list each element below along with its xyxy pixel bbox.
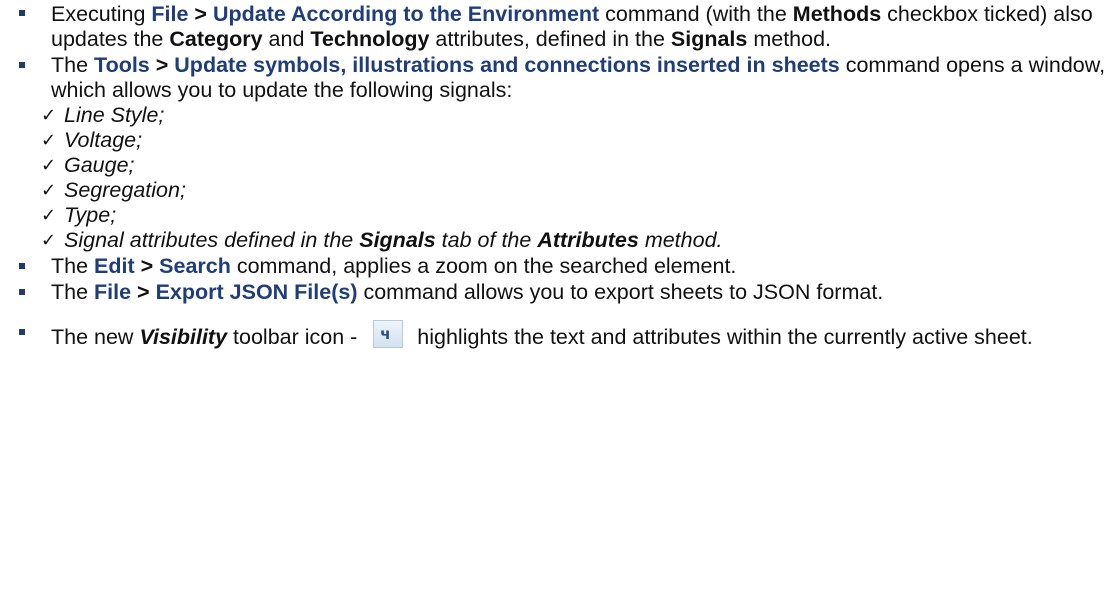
menu-command: Update According to the Environment [212,2,600,26]
checklist-label: Gauge; [64,153,135,177]
checkmark-icon: ✓ [41,105,57,126]
menu-command: File [151,2,189,26]
text: The [51,53,95,77]
bold-term: Technology [310,27,430,51]
bullet-marker [19,289,25,295]
bold-term: Attributes [537,228,639,252]
text: command allows you to export sheets to J… [357,280,884,304]
checklist-item: ✓ Voltage; [0,128,1107,153]
checklist-label: Segregation; [64,178,186,202]
checkmark-icon: ✓ [41,130,57,151]
bold-term: Category [169,27,263,51]
checklist-label: tab of the [435,228,538,252]
checklist-item: ✓ Signal attributes defined in the Signal… [0,228,1107,253]
checkmark-icon: ✓ [41,230,57,251]
text: highlights the text and attributes withi… [411,325,1033,349]
bullet-marker [19,329,25,335]
checklist-label: Signal attributes defined in the [64,228,360,252]
bold-term: Signals [670,27,748,51]
list-item: The File > Export JSON File(s) command a… [0,279,1107,305]
checklist-item: ✓ Type; [0,203,1107,228]
text: command (with the [599,2,793,26]
menu-command: Update symbols, illustrations and connec… [174,53,840,77]
list-item: The Tools > Update symbols, illustration… [0,52,1107,253]
menu-separator: > [149,53,175,77]
checklist-item: ✓ Segregation; [0,178,1107,203]
menu-separator: > [188,2,213,26]
document-page: Executing File > Update According to the… [0,0,1107,596]
text: The new [51,325,140,349]
checklist-item: ✓ Gauge; [0,153,1107,178]
menu-command: Tools [94,53,150,77]
bold-term: Methods [792,2,882,26]
visibility-glyph-icon: ч [380,325,391,343]
checkmark-icon: ✓ [41,155,57,176]
bullet-marker [19,263,25,269]
bold-term: Signals [359,228,436,252]
checkmark-icon: ✓ [41,180,57,201]
bold-term: Visibility [139,325,228,349]
checklist-label: Line Style; [64,103,165,127]
release-notes-list: Executing File > Update According to the… [0,0,1107,350]
signal-checklist: ✓ Line Style; ✓ Voltage; ✓ Gauge; ✓ Segregat… [0,103,1107,253]
checklist-label: Type; [64,203,117,227]
text: command, applies a zoom on the searched … [230,254,737,278]
text: The [51,280,95,304]
list-item: The new Visibility toolbar icon - ч high… [0,305,1107,350]
checklist-item: ✓ Line Style; [0,103,1107,128]
menu-separator: > [134,254,160,278]
bullet-marker [19,62,25,68]
menu-separator: > [131,280,156,304]
text: The [51,254,95,278]
bullet-marker [19,10,25,16]
checklist-label: method. [638,228,723,252]
text: and [262,27,311,51]
menu-command: Edit [94,254,135,278]
visibility-toolbar-icon: ч [373,320,404,348]
list-item: The Edit > Search command, applies a zoo… [0,253,1107,279]
menu-command: Export JSON File(s) [155,280,358,304]
checklist-label: Voltage; [64,128,143,152]
menu-command: File [94,280,132,304]
text: Executing [51,2,152,26]
list-item: Executing File > Update According to the… [0,0,1107,52]
checkmark-icon: ✓ [41,205,57,226]
text: toolbar icon - [227,325,364,349]
menu-command: Search [159,254,231,278]
text: attributes, defined in the [429,27,671,51]
text: method. [747,27,832,51]
